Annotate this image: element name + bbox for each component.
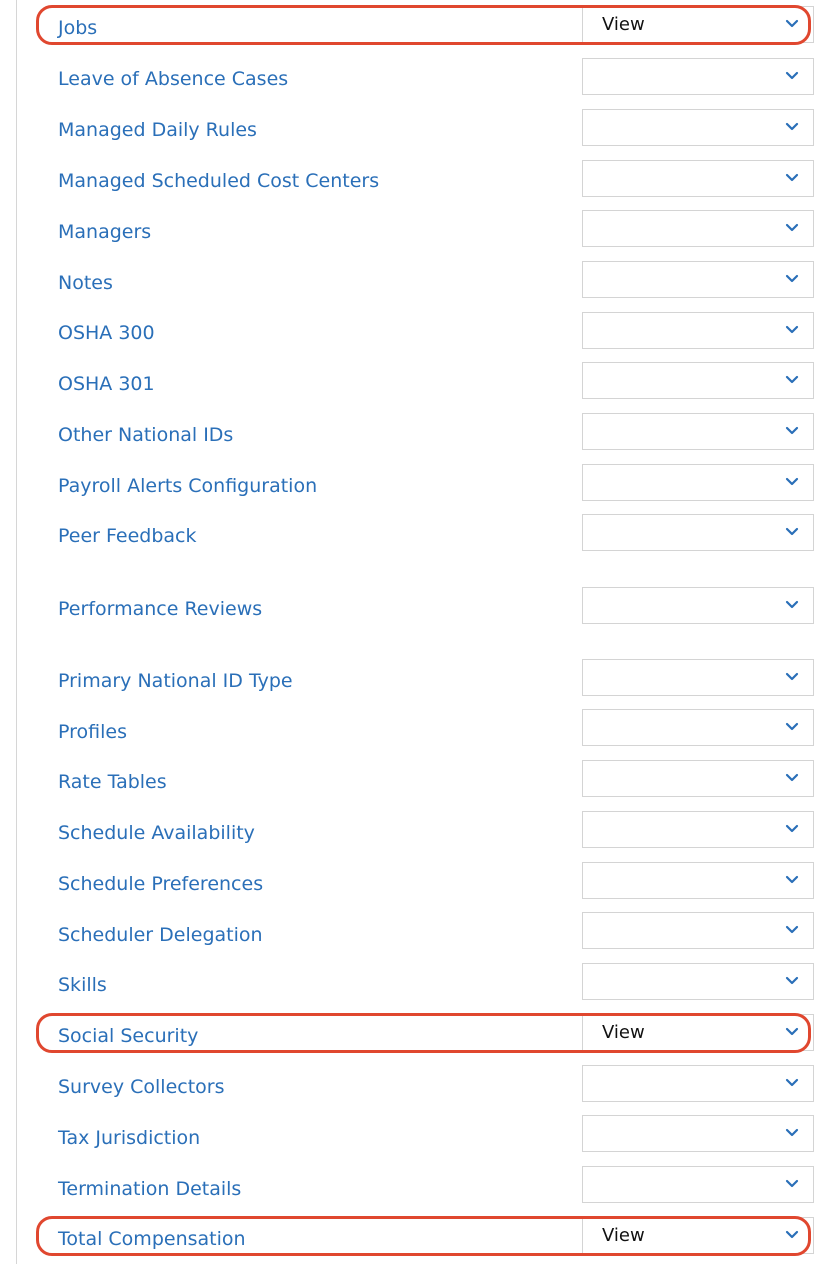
- permission-label-schedule-preferences[interactable]: Schedule Preferences: [58, 873, 263, 895]
- permission-select-survey-collectors[interactable]: [582, 1065, 814, 1102]
- permission-select-rate-tables[interactable]: [582, 760, 814, 797]
- chevron-down-icon: [785, 274, 799, 283]
- permission-label-schedule-availability[interactable]: Schedule Availability: [58, 822, 255, 844]
- permission-label-managers[interactable]: Managers: [58, 221, 151, 243]
- chevron-down-icon: [785, 325, 799, 334]
- chevron-down-icon: [785, 600, 799, 609]
- left-border-rule: [16, 0, 17, 1264]
- chevron-down-icon: [785, 426, 799, 435]
- permission-label-social-security[interactable]: Social Security: [58, 1025, 198, 1047]
- permission-label-managed-scheduled-cost-centers[interactable]: Managed Scheduled Cost Centers: [58, 170, 379, 192]
- permission-label-notes[interactable]: Notes: [58, 272, 113, 294]
- chevron-down-icon: [785, 1230, 799, 1239]
- permission-select-total-compensation[interactable]: View: [582, 1217, 814, 1254]
- permission-select-termination-details[interactable]: [582, 1166, 814, 1203]
- chevron-down-icon: [785, 875, 799, 884]
- permission-select-osha-301[interactable]: [582, 362, 814, 399]
- permission-label-osha-300[interactable]: OSHA 300: [58, 322, 155, 344]
- permission-select-leave-of-absence-cases[interactable]: [582, 58, 814, 95]
- permission-select-osha-300[interactable]: [582, 312, 814, 349]
- chevron-down-icon: [785, 19, 799, 28]
- chevron-down-icon: [785, 976, 799, 985]
- chevron-down-icon: [785, 1027, 799, 1036]
- permission-label-skills[interactable]: Skills: [58, 974, 107, 996]
- permission-select-skills[interactable]: [582, 963, 814, 1000]
- permissions-page: Jobs View Leave of Absence Cases Managed Da…: [0, 0, 826, 1264]
- permission-label-osha-301[interactable]: OSHA 301: [58, 373, 155, 395]
- chevron-down-icon: [785, 527, 799, 536]
- permission-select-other-national-ids[interactable]: [582, 413, 814, 450]
- chevron-down-icon: [785, 223, 799, 232]
- permission-label-peer-feedback[interactable]: Peer Feedback: [58, 525, 197, 547]
- permission-label-primary-national-id-type[interactable]: Primary National ID Type: [58, 670, 293, 692]
- permission-label-performance-reviews[interactable]: Performance Reviews: [58, 598, 262, 620]
- permission-select-scheduler-delegation[interactable]: [582, 912, 814, 949]
- permission-select-managed-daily-rules[interactable]: [582, 109, 814, 146]
- chevron-down-icon: [785, 773, 799, 782]
- chevron-down-icon: [785, 375, 799, 384]
- chevron-down-icon: [785, 672, 799, 681]
- permission-label-survey-collectors[interactable]: Survey Collectors: [58, 1076, 225, 1098]
- permission-label-payroll-alerts-configuration[interactable]: Payroll Alerts Configuration: [58, 475, 317, 497]
- permission-select-profiles[interactable]: [582, 709, 814, 746]
- permission-label-termination-details[interactable]: Termination Details: [58, 1178, 241, 1200]
- chevron-down-icon: [785, 477, 799, 486]
- permission-select-peer-feedback[interactable]: [582, 514, 814, 551]
- chevron-down-icon: [785, 71, 799, 80]
- chevron-down-icon: [785, 824, 799, 833]
- permission-label-other-national-ids[interactable]: Other National IDs: [58, 424, 233, 446]
- permission-select-schedule-availability[interactable]: [582, 811, 814, 848]
- permission-select-social-security[interactable]: View: [582, 1014, 814, 1051]
- permission-label-leave-of-absence-cases[interactable]: Leave of Absence Cases: [58, 68, 288, 90]
- permission-label-managed-daily-rules[interactable]: Managed Daily Rules: [58, 119, 257, 141]
- permission-select-notes[interactable]: [582, 261, 814, 298]
- permission-label-scheduler-delegation[interactable]: Scheduler Delegation: [58, 924, 263, 946]
- permission-select-performance-reviews[interactable]: [582, 587, 814, 624]
- chevron-down-icon: [785, 925, 799, 934]
- permission-label-total-compensation[interactable]: Total Compensation: [58, 1228, 246, 1250]
- permission-select-value: View: [602, 1022, 645, 1043]
- permission-select-tax-jurisdiction[interactable]: [582, 1115, 814, 1152]
- permission-select-value: View: [602, 14, 645, 35]
- permission-label-profiles[interactable]: Profiles: [58, 721, 127, 743]
- permission-select-schedule-preferences[interactable]: [582, 862, 814, 899]
- chevron-down-icon: [785, 722, 799, 731]
- permission-label-jobs[interactable]: Jobs: [58, 17, 97, 39]
- permission-select-value: View: [602, 1225, 645, 1246]
- permission-select-managers[interactable]: [582, 210, 814, 247]
- permission-select-payroll-alerts-configuration[interactable]: [582, 464, 814, 501]
- permission-select-jobs[interactable]: View: [582, 6, 814, 43]
- permission-label-tax-jurisdiction[interactable]: Tax Jurisdiction: [58, 1127, 200, 1149]
- permission-select-primary-national-id-type[interactable]: [582, 659, 814, 696]
- permission-select-managed-scheduled-cost-centers[interactable]: [582, 160, 814, 197]
- chevron-down-icon: [785, 122, 799, 131]
- permission-label-rate-tables[interactable]: Rate Tables: [58, 771, 167, 793]
- chevron-down-icon: [785, 1128, 799, 1137]
- chevron-down-icon: [785, 1179, 799, 1188]
- chevron-down-icon: [785, 1078, 799, 1087]
- chevron-down-icon: [785, 173, 799, 182]
